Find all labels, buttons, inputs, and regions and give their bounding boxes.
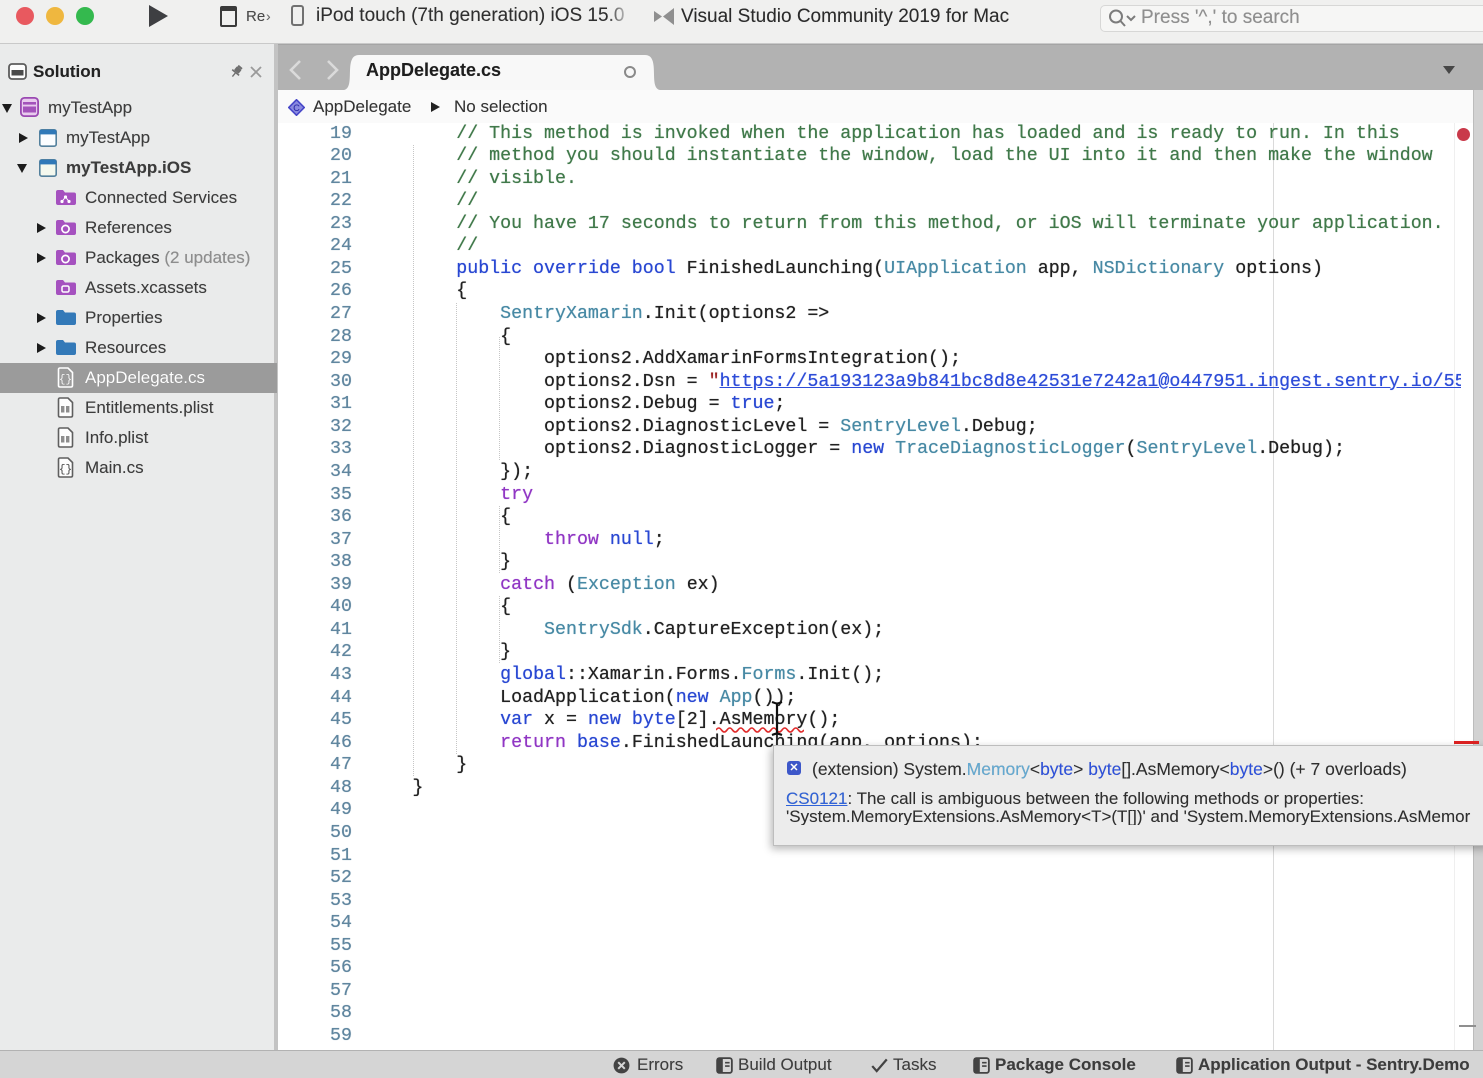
svg-text:C: C: [293, 103, 300, 113]
svg-text:{}: {}: [59, 374, 72, 386]
svg-text:{}: {}: [59, 464, 72, 476]
